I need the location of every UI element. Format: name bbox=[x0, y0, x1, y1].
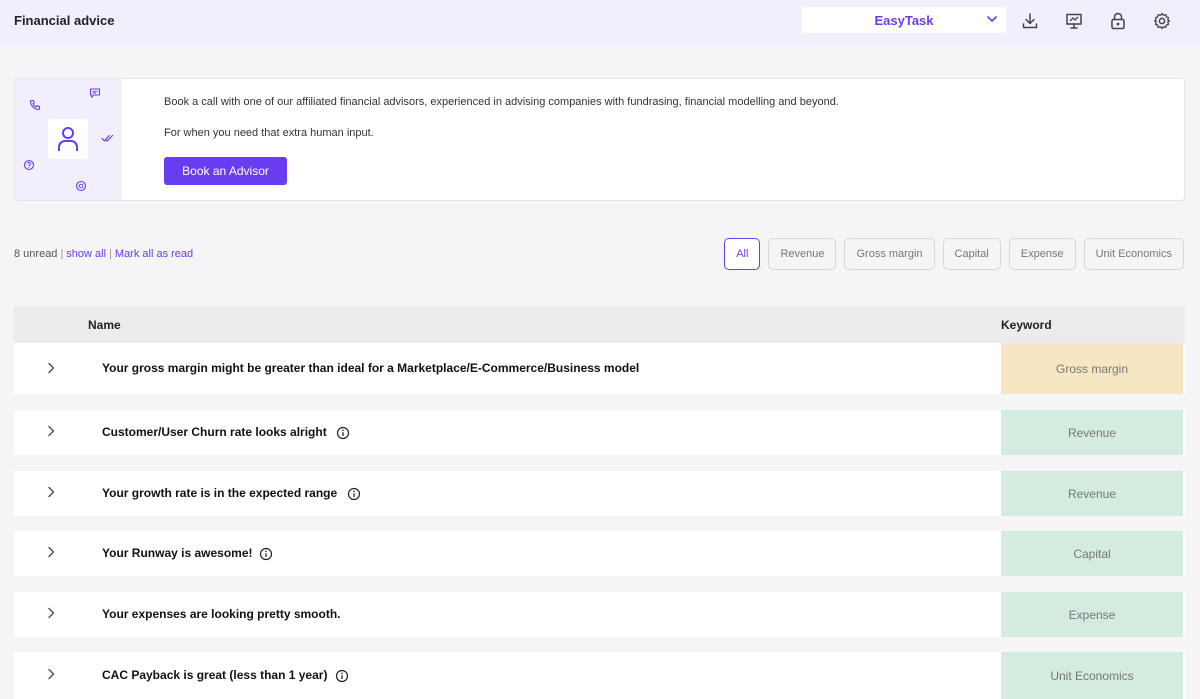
info-icon[interactable] bbox=[347, 487, 361, 501]
table-row[interactable]: Your growth rate is in the expected rang… bbox=[14, 471, 1185, 516]
keyword-badge: Revenue bbox=[1001, 410, 1183, 455]
filter-chip-unit-economics[interactable]: Unit Economics bbox=[1083, 238, 1184, 270]
user-icon bbox=[58, 127, 78, 151]
mark-all-read-link[interactable]: Mark all as read bbox=[115, 248, 193, 260]
help-icon bbox=[23, 159, 35, 171]
support-icon bbox=[75, 180, 87, 192]
keyword-filter-chips: All Revenue Gross margin Capital Expense… bbox=[724, 238, 1184, 270]
table-row[interactable]: Your expenses are looking pretty smooth.… bbox=[14, 592, 1185, 637]
show-all-link[interactable]: show all bbox=[66, 248, 106, 260]
keyword-badge: Expense bbox=[1001, 592, 1183, 637]
row-name: Your gross margin might be greater than … bbox=[102, 361, 640, 375]
unread-count: 8 unread bbox=[14, 248, 58, 260]
row-name: Your growth rate is in the expected rang… bbox=[102, 486, 338, 500]
banner-subtext: For when you need that extra human input… bbox=[164, 127, 374, 139]
chevron-right-icon[interactable] bbox=[44, 667, 58, 681]
avatar bbox=[48, 119, 88, 159]
keyword-badge: Capital bbox=[1001, 531, 1183, 576]
top-bar: Financial advice EasyTask bbox=[0, 0, 1200, 47]
chat-icon bbox=[89, 88, 101, 98]
keyword-badge: Unit Economics bbox=[1001, 652, 1183, 699]
table-row[interactable]: Your gross margin might be greater than … bbox=[14, 343, 1185, 394]
filter-chip-expense[interactable]: Expense bbox=[1008, 238, 1076, 270]
column-header-name: Name bbox=[88, 318, 121, 332]
page-title: Financial advice bbox=[14, 13, 115, 28]
row-name: Your expenses are looking pretty smooth. bbox=[102, 607, 341, 621]
banner-text: Book a call with one of our affiliated f… bbox=[164, 96, 839, 108]
filter-status: 8 unread | show all | Mark all as read bbox=[14, 248, 194, 260]
chevron-down-icon bbox=[987, 16, 997, 22]
chevron-right-icon[interactable] bbox=[44, 361, 58, 375]
table-row[interactable]: Customer/User Churn rate looks alright R… bbox=[14, 410, 1185, 455]
lock-icon[interactable] bbox=[1108, 11, 1128, 31]
row-name: Your Runway is awesome! bbox=[102, 546, 253, 560]
advisor-banner: Book a call with one of our affiliated f… bbox=[14, 78, 1185, 201]
table-header: Name Keyword bbox=[14, 306, 1185, 343]
filter-chip-gross-margin[interactable]: Gross margin bbox=[844, 238, 935, 270]
info-icon[interactable] bbox=[259, 547, 273, 561]
double-check-icon bbox=[101, 134, 114, 142]
info-icon[interactable] bbox=[336, 426, 350, 440]
row-name: CAC Payback is great (less than 1 year) bbox=[102, 668, 328, 682]
filter-chip-capital[interactable]: Capital bbox=[942, 238, 1001, 270]
table-row[interactable]: Your Runway is awesome! Capital bbox=[14, 531, 1185, 576]
gear-icon[interactable] bbox=[1152, 11, 1172, 31]
phone-icon bbox=[29, 99, 41, 111]
download-icon[interactable] bbox=[1020, 11, 1040, 31]
chevron-right-icon[interactable] bbox=[44, 424, 58, 438]
table-row[interactable]: CAC Payback is great (less than 1 year) … bbox=[14, 652, 1185, 699]
chevron-right-icon[interactable] bbox=[44, 606, 58, 620]
presentation-icon[interactable] bbox=[1064, 11, 1084, 31]
chevron-right-icon[interactable] bbox=[44, 545, 58, 559]
book-advisor-button[interactable]: Book an Advisor bbox=[164, 157, 287, 185]
filter-chip-revenue[interactable]: Revenue bbox=[768, 238, 837, 270]
filter-chip-all[interactable]: All bbox=[724, 238, 761, 270]
company-name: EasyTask bbox=[874, 13, 934, 28]
chevron-right-icon[interactable] bbox=[44, 485, 58, 499]
keyword-badge: Gross margin bbox=[1001, 343, 1183, 394]
info-icon[interactable] bbox=[335, 669, 349, 683]
keyword-badge: Revenue bbox=[1001, 471, 1183, 516]
column-header-keyword: Keyword bbox=[1001, 318, 1052, 332]
company-select[interactable]: EasyTask bbox=[802, 7, 1006, 33]
advisor-illustration bbox=[15, 79, 122, 200]
row-name: Customer/User Churn rate looks alright bbox=[102, 425, 327, 439]
